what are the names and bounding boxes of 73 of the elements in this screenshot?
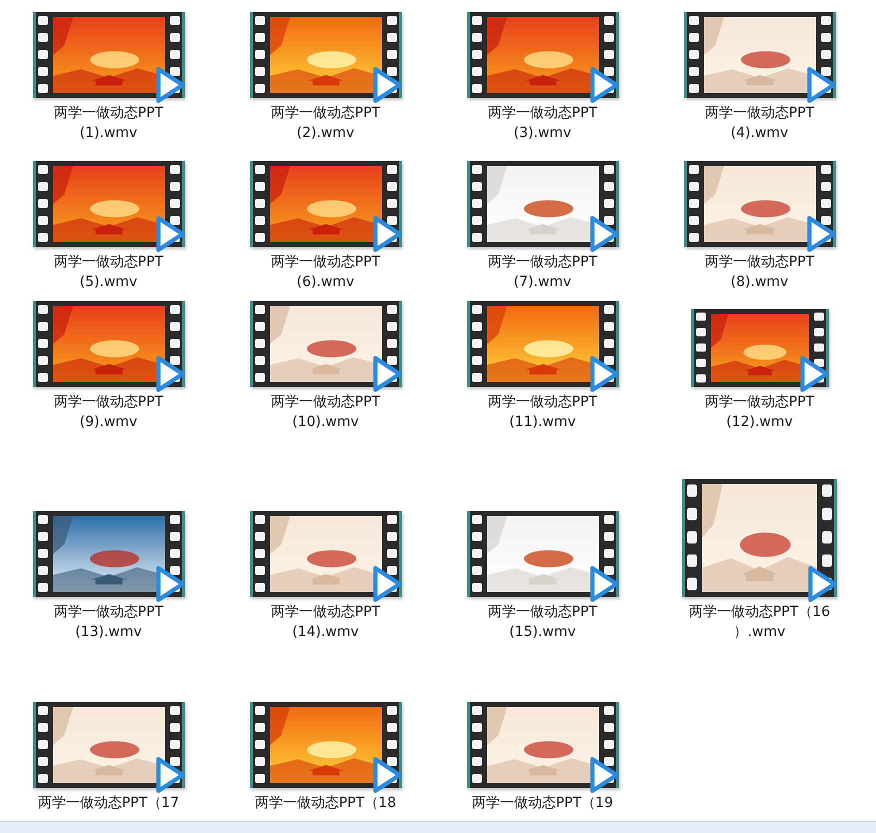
sprocket-strip-icon — [252, 12, 266, 98]
play-icon[interactable] — [370, 756, 402, 794]
sprocket-strip-icon — [36, 12, 50, 98]
file-name: 两学一做动态PPT — [704, 393, 814, 412]
file-name: 两学一做动态PPT — [54, 253, 164, 272]
file-name: 两学一做动态PPT — [704, 253, 814, 272]
sprocket-strip-icon — [36, 301, 50, 387]
file-name: (2).wmv — [296, 124, 354, 143]
play-icon[interactable] — [588, 756, 620, 794]
file-name: 两学一做动态PPT — [488, 393, 598, 412]
play-icon[interactable] — [154, 756, 186, 794]
sprocket-strip-icon — [470, 12, 484, 98]
file-name: 两学一做动态PPT（19 — [472, 794, 614, 813]
file-name: 两学一做动态PPT — [54, 104, 164, 123]
file-name: (8).wmv — [730, 273, 788, 292]
sprocket-strip-icon — [470, 702, 484, 788]
file-name: (6).wmv — [296, 273, 354, 292]
play-icon[interactable] — [588, 355, 620, 393]
file-name: (4).wmv — [730, 124, 788, 143]
sprocket-strip-icon — [686, 161, 700, 247]
play-icon[interactable] — [370, 66, 402, 104]
play-icon[interactable] — [154, 66, 186, 104]
sprocket-strip-icon — [686, 12, 700, 98]
file-name: (12).wmv — [726, 413, 793, 432]
play-icon[interactable] — [154, 565, 186, 603]
sprocket-strip-icon — [252, 702, 266, 788]
file-name: 两学一做动态PPT（18 — [254, 794, 396, 813]
file-name: 两学一做动态PPT — [488, 253, 598, 272]
play-icon[interactable] — [154, 355, 186, 393]
file-name: 两学一做动态PPT — [270, 104, 380, 123]
play-icon[interactable] — [804, 215, 836, 253]
play-icon[interactable] — [588, 565, 620, 603]
file-name: (15).wmv — [509, 623, 576, 642]
file-name: (3).wmv — [514, 124, 572, 143]
play-icon[interactable] — [588, 215, 620, 253]
play-icon[interactable] — [806, 565, 838, 603]
play-icon[interactable] — [798, 355, 830, 393]
sprocket-strip-icon — [470, 301, 484, 387]
file-name: 两学一做动态PPT — [270, 603, 380, 622]
play-icon[interactable] — [804, 66, 836, 104]
file-name: (9).wmv — [80, 413, 138, 432]
file-name: 两学一做动态PPT — [54, 393, 164, 412]
sprocket-strip-icon — [252, 301, 266, 387]
file-name: (10).wmv — [292, 413, 359, 432]
file-name: 两学一做动态PPT — [704, 104, 814, 123]
sprocket-strip-icon — [470, 511, 484, 597]
file-name: (13).wmv — [75, 623, 142, 642]
file-name: 两学一做动态PPT（16 — [688, 603, 830, 622]
sprocket-strip-icon — [36, 702, 50, 788]
sprocket-strip-icon — [36, 161, 50, 247]
sprocket-strip-icon — [685, 479, 699, 597]
play-icon[interactable] — [370, 565, 402, 603]
file-name: (1).wmv — [80, 124, 138, 143]
file-name: (14).wmv — [292, 623, 359, 642]
file-name: (7).wmv — [514, 273, 572, 292]
sprocket-strip-icon — [252, 161, 266, 247]
file-name: 两学一做动态PPT — [488, 603, 598, 622]
file-name: 两学一做动态PPT — [488, 104, 598, 123]
file-name: 两学一做动态PPT — [270, 393, 380, 412]
file-name: 两学一做动态PPT — [54, 603, 164, 622]
play-icon[interactable] — [154, 215, 186, 253]
file-name: 两学一做动态PPT — [270, 253, 380, 272]
file-name: (11).wmv — [509, 413, 576, 432]
file-name: (5).wmv — [80, 273, 138, 292]
sprocket-strip-icon — [36, 511, 50, 597]
sprocket-strip-icon — [694, 309, 708, 387]
play-icon[interactable] — [370, 355, 402, 393]
sprocket-strip-icon — [252, 511, 266, 597]
sprocket-strip-icon — [470, 161, 484, 247]
play-icon[interactable] — [370, 215, 402, 253]
file-name: ）.wmv — [734, 623, 786, 642]
file-name: 两学一做动态PPT（17 — [38, 794, 180, 813]
play-icon[interactable] — [588, 66, 620, 104]
